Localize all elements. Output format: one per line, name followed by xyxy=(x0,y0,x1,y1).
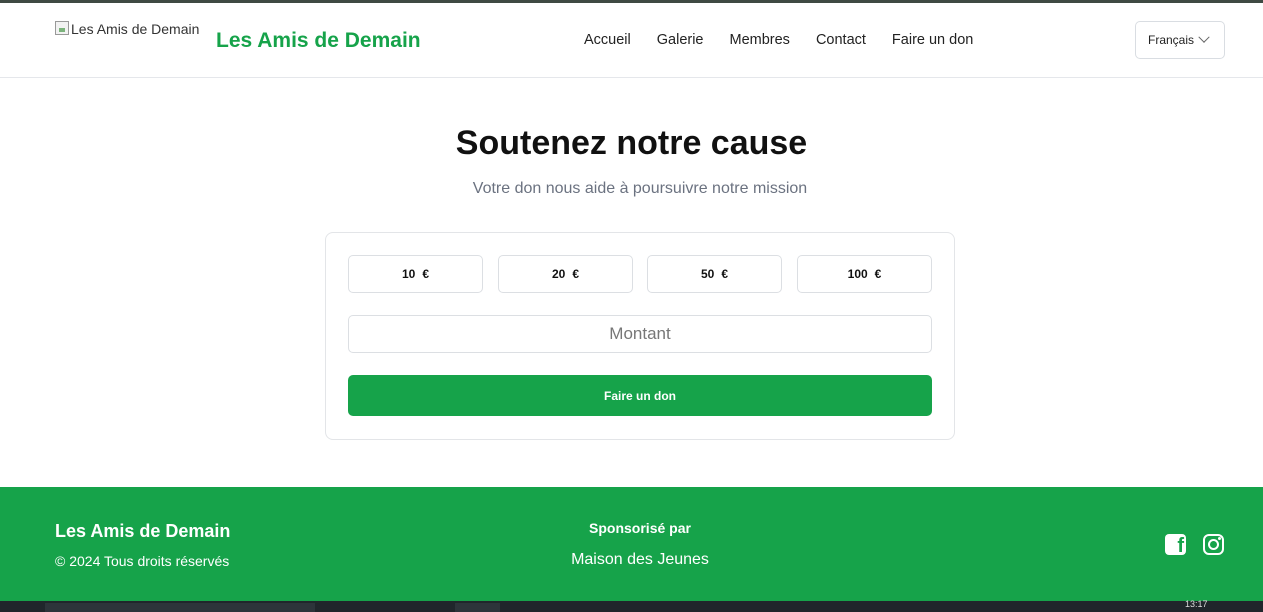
nav-link-membres[interactable]: Membres xyxy=(730,32,790,48)
logo-alt-text: Les Amis de Demain xyxy=(71,21,200,37)
amount-value: 50 xyxy=(700,267,715,281)
facebook-icon[interactable] xyxy=(1165,534,1186,558)
amount-button-10[interactable]: 10 € xyxy=(348,255,483,293)
sponsor-name: Maison des Jeunes xyxy=(571,551,709,568)
amount-value: 100 xyxy=(847,267,868,281)
nav-link-galerie[interactable]: Galerie xyxy=(657,32,704,48)
currency-symbol: € xyxy=(721,267,729,281)
sponsored-by-label: Sponsorisé par xyxy=(589,520,691,536)
currency-symbol: € xyxy=(572,267,580,281)
main-nav: Accueil Galerie Membres Contact Faire un… xyxy=(584,32,999,48)
amount-value: 20 xyxy=(551,267,566,281)
site-brand[interactable]: Les Amis de Demain xyxy=(216,29,421,53)
language-select-value: Français xyxy=(1148,33,1195,47)
logo-image[interactable]: Les Amis de Demain xyxy=(55,21,199,37)
taskbar-clock[interactable]: 13:17 xyxy=(1185,599,1208,609)
broken-image-icon xyxy=(55,21,69,35)
amount-button-50[interactable]: 50 € xyxy=(647,255,782,293)
chevron-down-icon xyxy=(1198,31,1210,43)
taskbar-app[interactable] xyxy=(455,603,500,612)
taskbar-search[interactable] xyxy=(45,603,315,612)
nav-link-donate[interactable]: Faire un don xyxy=(892,32,973,48)
instagram-icon[interactable] xyxy=(1203,534,1224,555)
site-header: Les Amis de Demain Les Amis de Demain Ac… xyxy=(0,3,1263,78)
footer-copyright: © 2024 Tous droits réservés xyxy=(55,553,230,569)
page-title: Soutenez notre cause xyxy=(455,124,808,162)
nav-link-accueil[interactable]: Accueil xyxy=(584,32,631,48)
amount-button-100[interactable]: 100 € xyxy=(797,255,932,293)
os-taskbar: 13:17 xyxy=(0,599,1263,612)
amount-input[interactable] xyxy=(348,315,932,353)
currency-symbol: € xyxy=(874,267,882,281)
language-select[interactable]: Français xyxy=(1135,21,1225,59)
footer-brand: Les Amis de Demain xyxy=(55,521,231,541)
page-subtitle: Votre don nous aide à poursuivre notre m… xyxy=(472,180,808,197)
donate-button[interactable]: Faire un don xyxy=(348,375,932,416)
nav-link-contact[interactable]: Contact xyxy=(816,32,866,48)
amount-button-20[interactable]: 20 € xyxy=(498,255,633,293)
amount-value: 10 xyxy=(401,267,416,281)
currency-symbol: € xyxy=(422,267,430,281)
site-footer: Les Amis de Demain © 2024 Tous droits ré… xyxy=(0,487,1263,601)
